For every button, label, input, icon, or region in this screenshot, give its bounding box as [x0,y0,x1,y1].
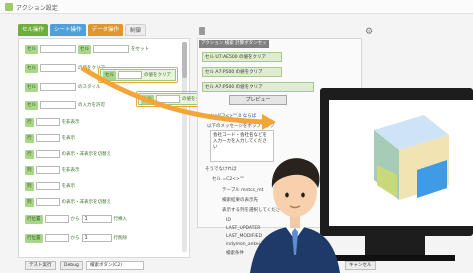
test-run-button[interactable]: テスト実行 [25,261,56,270]
person-illustration [250,158,340,273]
monitor-screen [329,100,473,226]
action-settings-window: アクション設定 セル操作 シート操作 データ操作 制御 セル セル をセット セ… [0,0,473,273]
trigger-select[interactable]: 検索ボタン(C2) [86,261,144,270]
debug-button[interactable]: Debug [60,261,83,270]
monitor-base [335,255,455,261]
cube-icon [374,115,449,200]
